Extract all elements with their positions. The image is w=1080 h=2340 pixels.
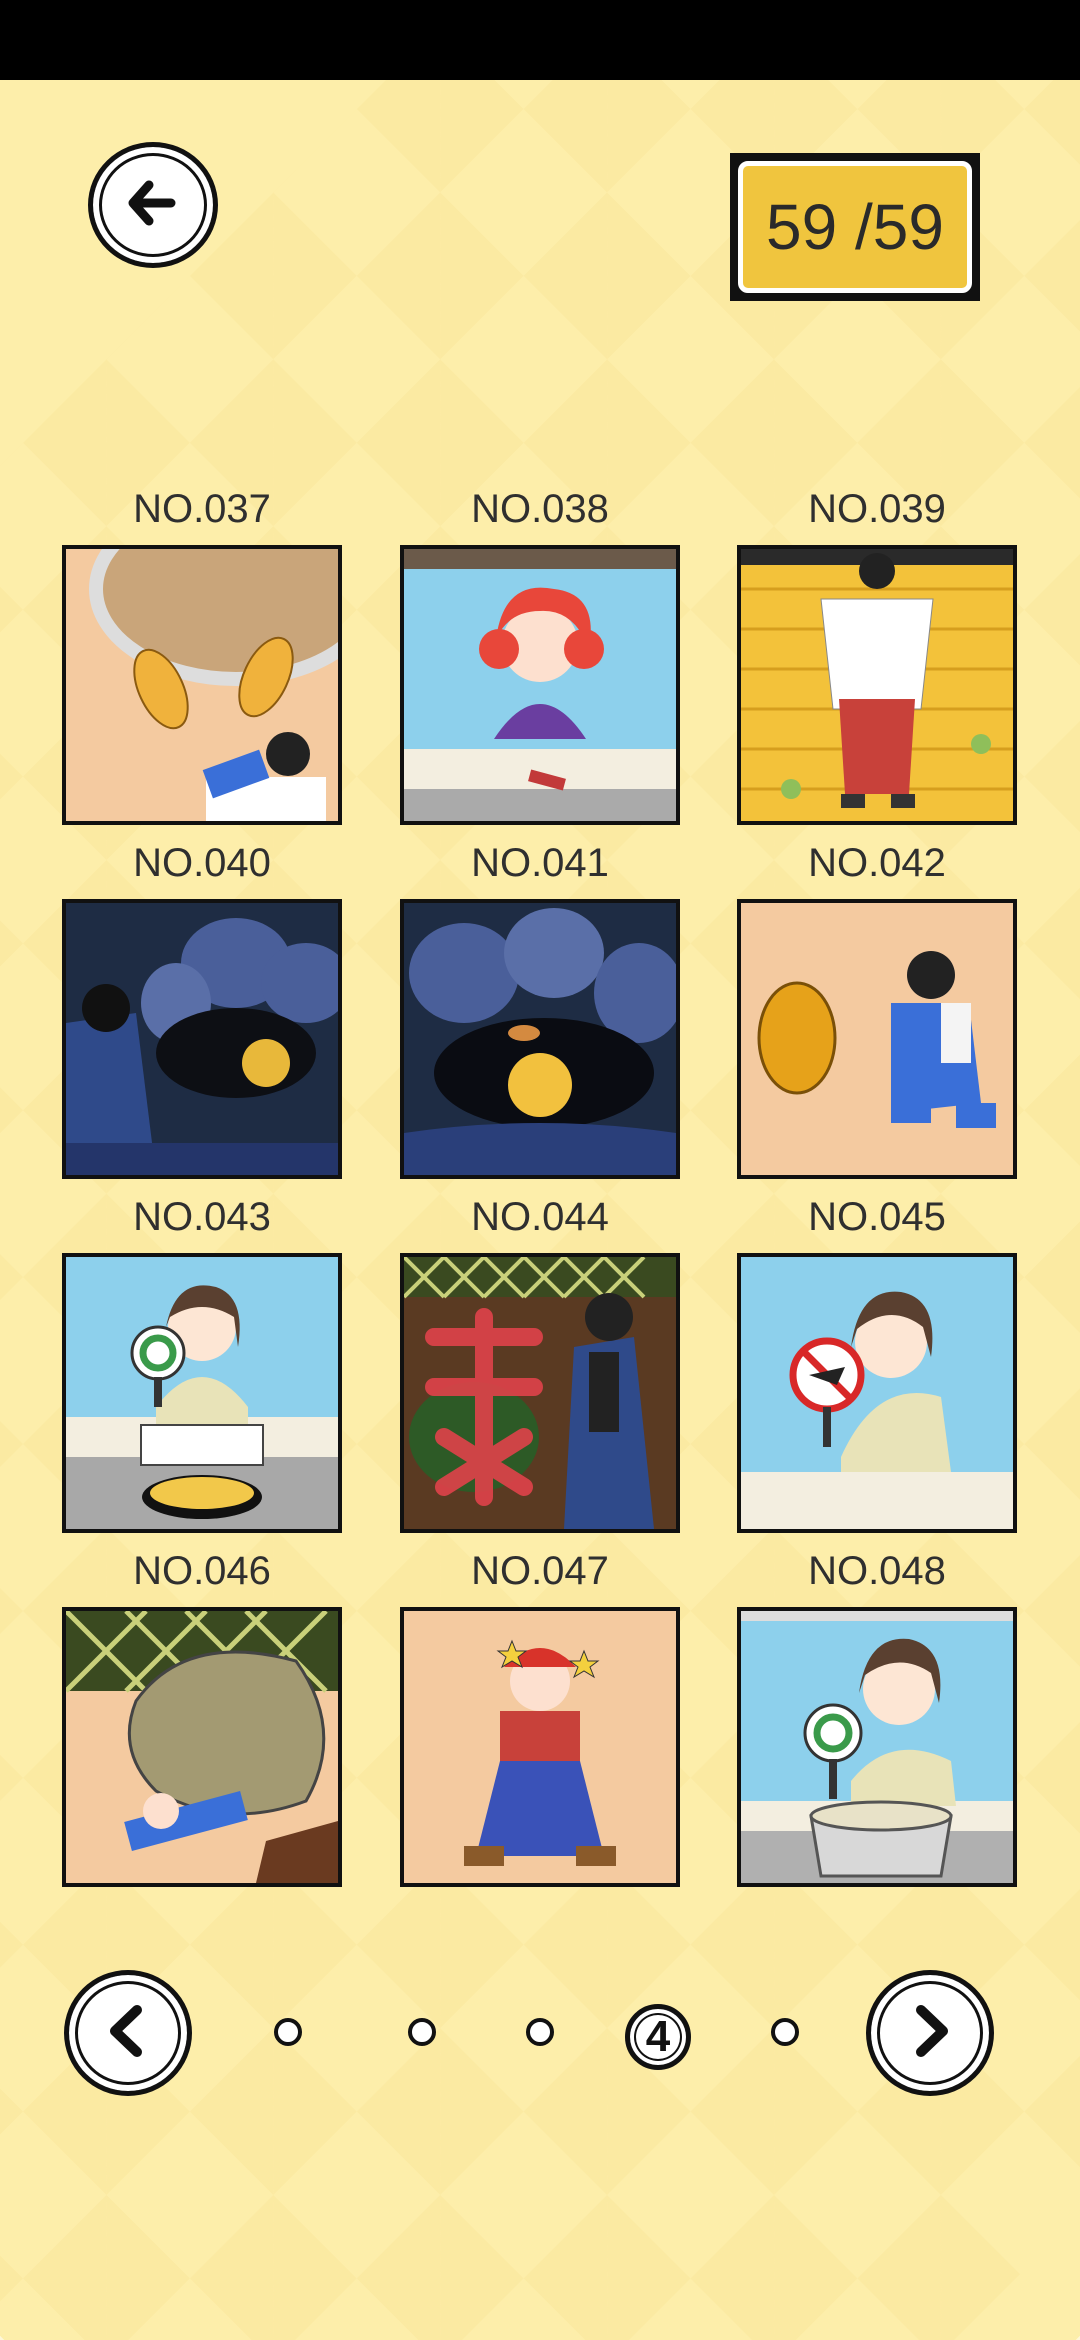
next-page-button[interactable] [866, 1970, 994, 2096]
scene-thumbnail-038[interactable] [400, 545, 680, 825]
page-dot-2[interactable] [408, 2018, 436, 2046]
scene-thumbnail-040[interactable] [62, 899, 342, 1179]
scene-thumbnail-044[interactable] [400, 1253, 680, 1533]
counter-text: 59 /59 [738, 161, 972, 293]
scene-thumbnail-037[interactable] [62, 545, 342, 825]
scene-thumbnail-043[interactable] [62, 1253, 342, 1533]
collection-counter: 59 /59 [730, 153, 980, 301]
scene-thumbnail-039[interactable] [737, 545, 1017, 825]
page-dot-1[interactable] [274, 2018, 302, 2046]
grid-label: NO.046 [133, 1549, 271, 1593]
scene-thumbnail-046[interactable] [62, 1607, 342, 1887]
grid-label: NO.038 [471, 487, 609, 531]
scene-thumbnail-045[interactable] [737, 1253, 1017, 1533]
page-dot-active: 4 [625, 2004, 691, 2070]
grid-label: NO.042 [808, 841, 946, 885]
status-bar [0, 0, 1080, 80]
grid-label: NO.041 [471, 841, 609, 885]
prev-page-button[interactable] [64, 1970, 192, 2096]
grid-label: NO.039 [808, 487, 946, 531]
scene-thumbnail-042[interactable] [737, 899, 1017, 1179]
scene-thumbnail-048[interactable] [737, 1607, 1017, 1887]
grid-label: NO.047 [471, 1549, 609, 1593]
grid-label: NO.043 [133, 1195, 271, 1239]
page-dot-5[interactable] [771, 2018, 799, 2046]
grid-label: NO.037 [133, 487, 271, 531]
grid-label: NO.040 [133, 841, 271, 885]
arrow-left-icon [113, 163, 193, 248]
back-button[interactable] [88, 142, 218, 268]
grid-label: NO.044 [471, 1195, 609, 1239]
scene-thumbnail-047[interactable] [400, 1607, 680, 1887]
grid-label: NO.048 [808, 1549, 946, 1593]
scene-thumbnail-041[interactable] [400, 899, 680, 1179]
grid-label: NO.045 [808, 1195, 946, 1239]
chevron-left-icon [93, 1996, 163, 2071]
chevron-right-icon [895, 1996, 965, 2071]
page-dot-3[interactable] [526, 2018, 554, 2046]
